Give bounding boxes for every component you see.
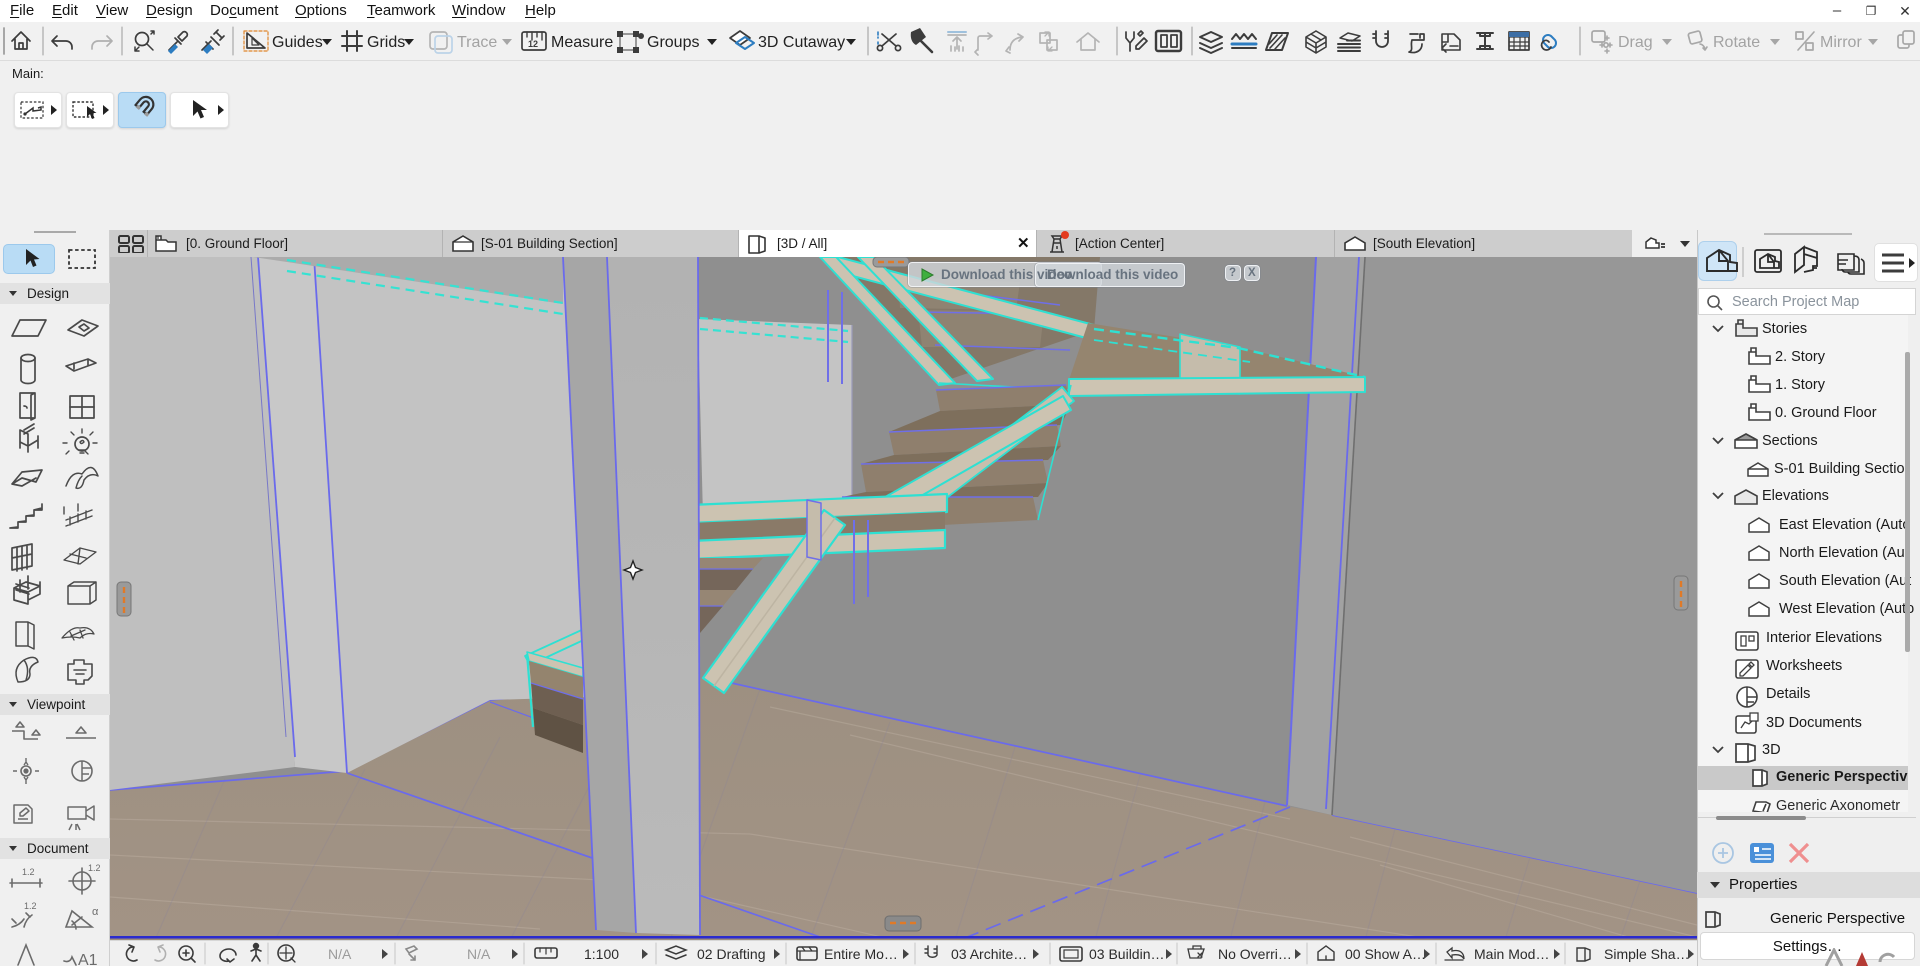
svg-text:Mirror: Mirror <box>1820 34 1862 51</box>
svg-text:1.2: 1.2 <box>88 863 101 873</box>
svg-text:Grids: Grids <box>367 34 405 51</box>
svg-text:Drag: Drag <box>1618 34 1653 51</box>
svg-text:Measure: Measure <box>551 34 613 51</box>
svg-text:3D Cutaway: 3D Cutaway <box>758 34 845 51</box>
svg-text:1.2: 1.2 <box>22 867 35 877</box>
svg-text:Trace: Trace <box>457 34 497 51</box>
svg-text:A1: A1 <box>78 952 98 966</box>
svg-text:Guides: Guides <box>272 34 323 51</box>
svg-text:1.2: 1.2 <box>24 901 37 911</box>
svg-text:Rotate: Rotate <box>1713 34 1760 51</box>
svg-text:12: 12 <box>528 39 538 49</box>
svg-text:α: α <box>92 906 99 918</box>
svg-text:Groups: Groups <box>647 34 699 51</box>
